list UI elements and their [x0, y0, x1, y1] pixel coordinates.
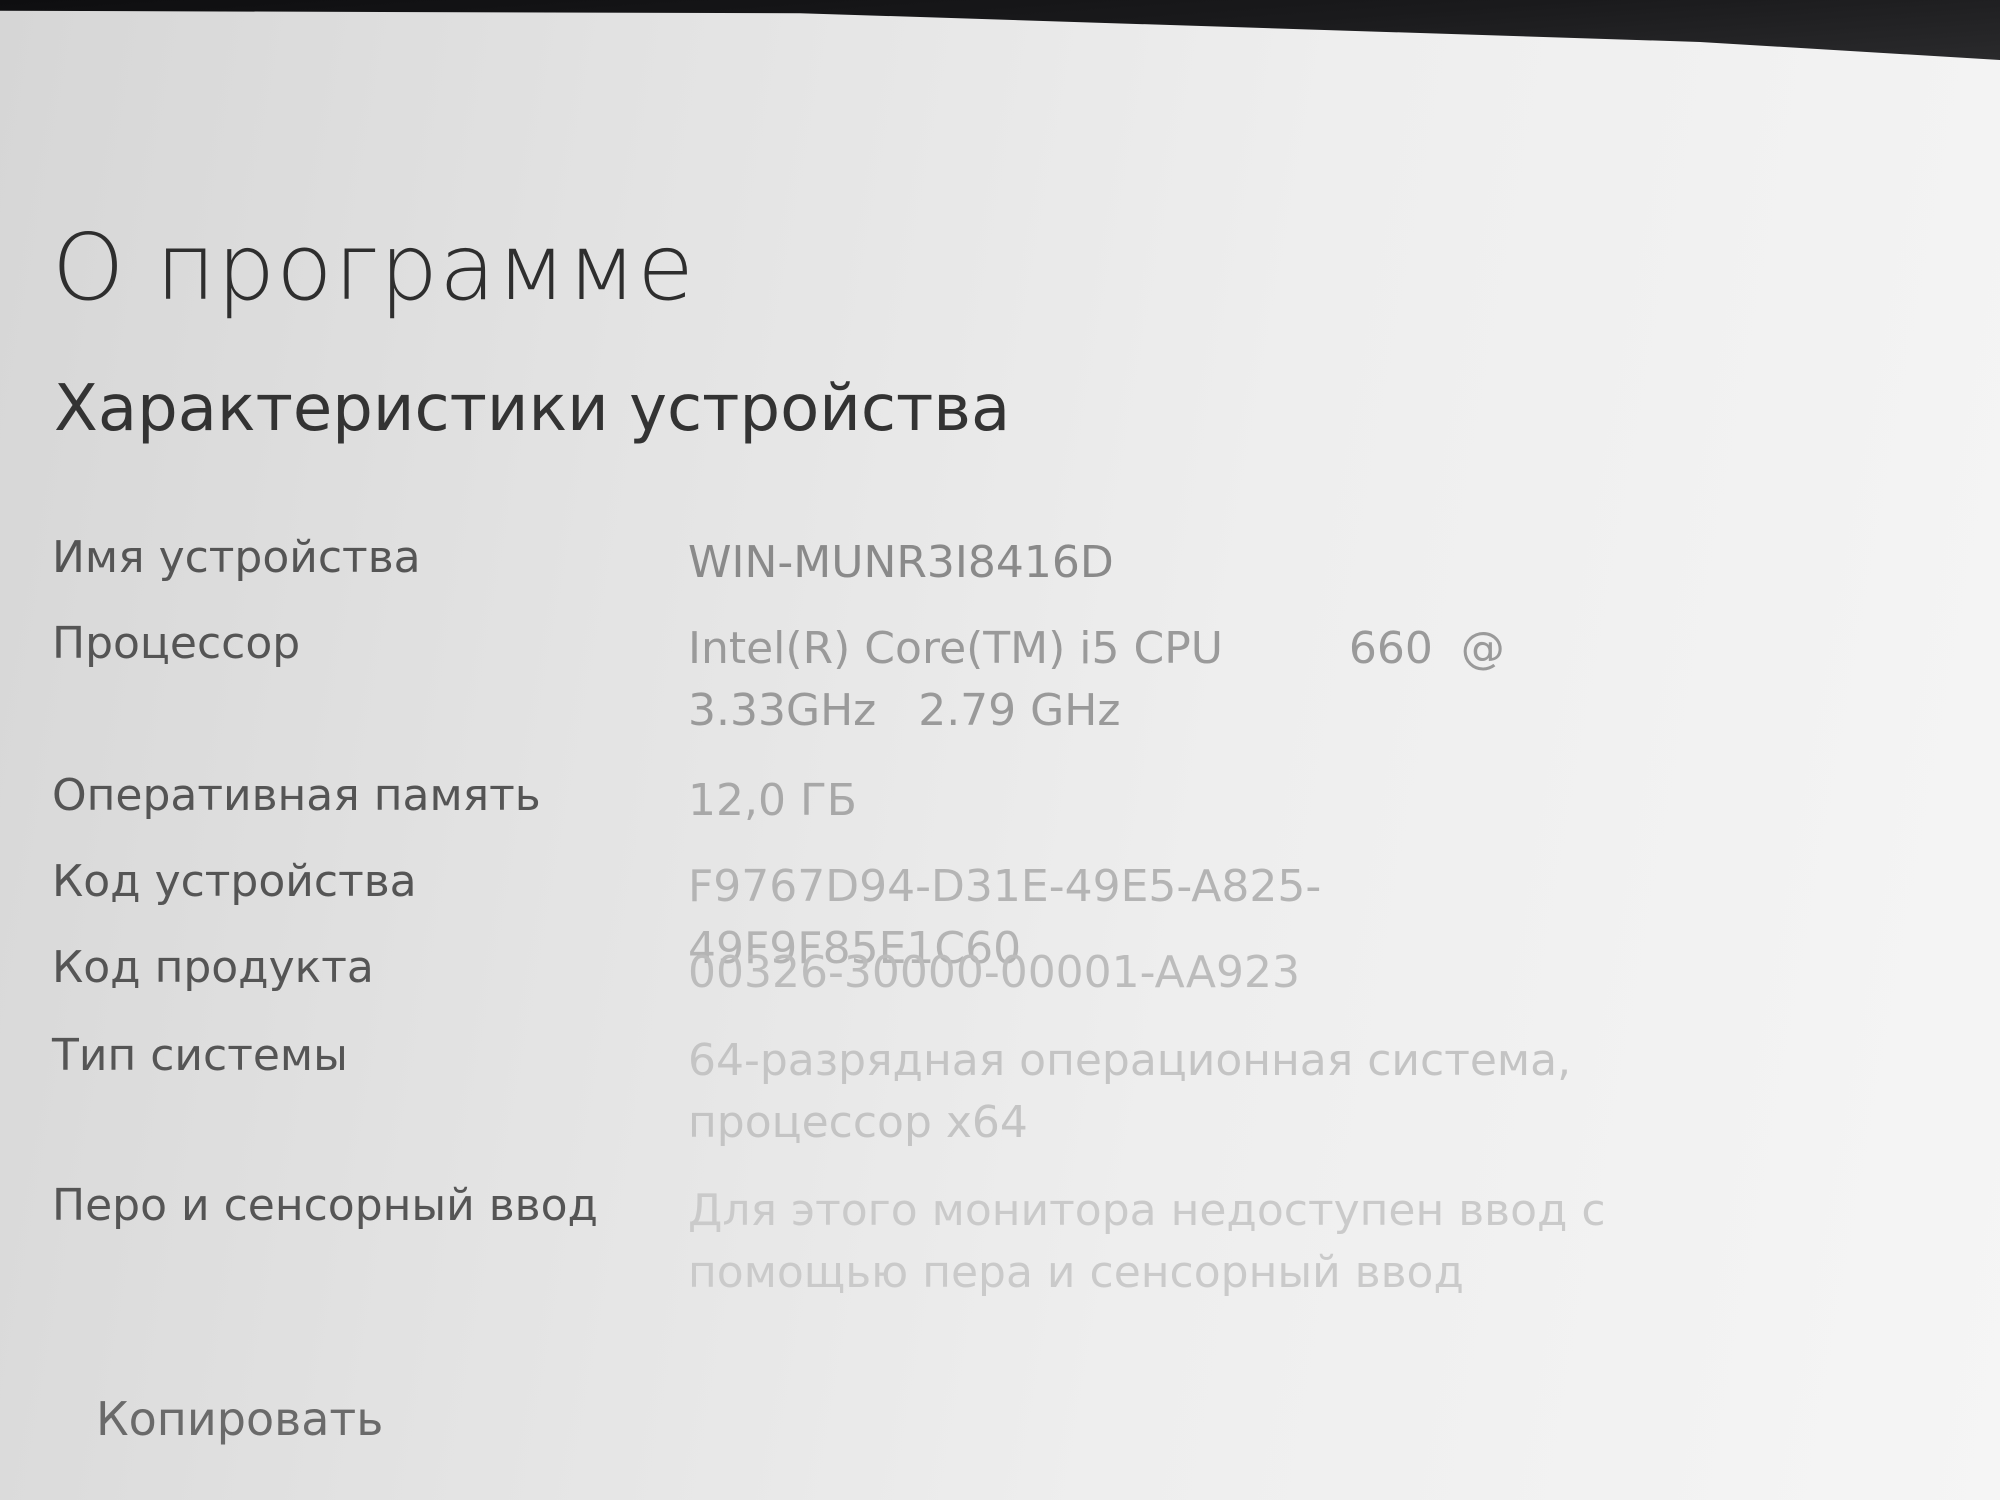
about-page: О программе Характеристики устройства Им…	[0, 0, 2000, 1500]
spec-label-system-type: Тип системы	[52, 1030, 348, 1081]
spec-value-product-id: 00326-30000-00001-AA923	[688, 947, 1300, 998]
copy-button[interactable]: Копировать	[96, 1392, 383, 1446]
device-specs-heading: Характеристики устройства	[54, 372, 1011, 446]
spec-value-processor: Intel(R) Core(TM) i5 CPU 660 @ 3.33GHz 2…	[688, 623, 1519, 736]
spec-label-product-id: Код продукта	[52, 942, 374, 993]
spec-label-pen-touch: Перо и сенсорный ввод	[52, 1180, 598, 1231]
spec-value-system-type: 64-разрядная операционная система, проце…	[688, 1035, 1572, 1148]
spec-label-device-name: Имя устройства	[52, 532, 421, 583]
spec-value-ram: 12,0 ГБ	[688, 775, 857, 826]
spec-label-processor: Процессор	[52, 618, 301, 669]
spec-label-ram: Оперативная память	[52, 770, 541, 821]
spec-value-pen-touch: Для этого монитора недоступен ввод с пом…	[688, 1185, 1606, 1298]
spec-label-device-id: Код устройства	[52, 856, 417, 907]
page-title: О программе	[52, 214, 695, 321]
spec-value-device-name: WIN-MUNR3I8416D	[688, 537, 1114, 588]
